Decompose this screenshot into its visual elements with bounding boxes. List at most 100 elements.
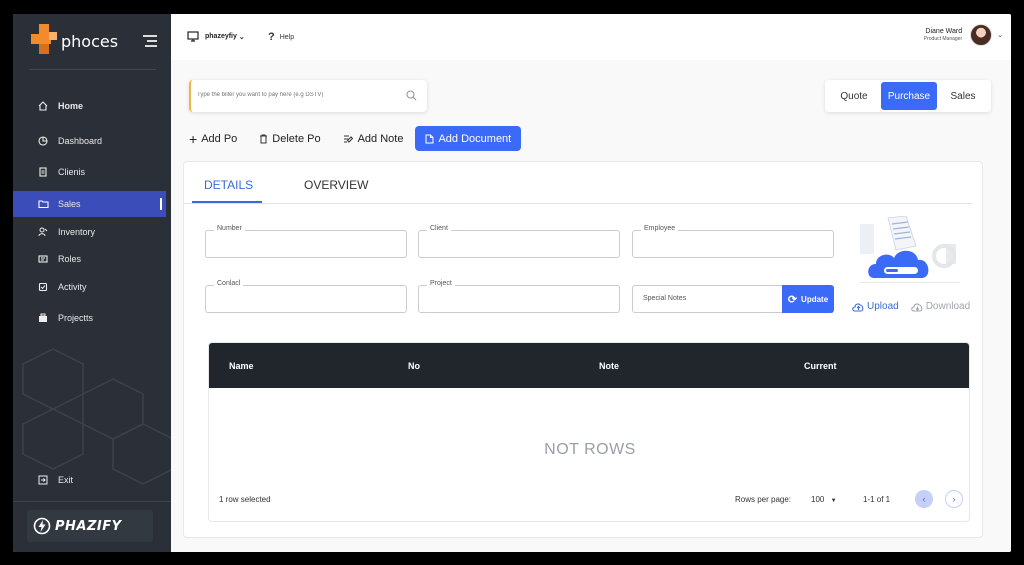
help-link[interactable]: ? Help xyxy=(268,31,294,43)
edit-note-icon xyxy=(343,135,353,143)
chevron-left-icon: ‹ xyxy=(922,494,926,504)
bolt-logo-icon xyxy=(33,517,51,535)
menu-toggle-icon[interactable] xyxy=(143,35,157,50)
previous-page-button[interactable]: ‹ xyxy=(915,490,933,508)
sidebar-item-label: Inventory xyxy=(58,227,96,237)
sidebar-item-label: Projectts xyxy=(58,313,94,323)
clients-icon xyxy=(37,166,49,178)
sidebar-item-label: Dashboard xyxy=(58,136,103,146)
selection-count: 1 row selected xyxy=(219,495,271,504)
plus-icon: + xyxy=(189,130,198,147)
number-label: Number xyxy=(214,225,245,232)
segment-quote[interactable]: Quote xyxy=(827,82,881,110)
main-content: Quote Purchase Sales + Add Po Delete Po … xyxy=(171,60,1011,552)
sidebar-item-label: Home xyxy=(58,101,84,111)
update-label: Update xyxy=(801,294,829,304)
projects-icon xyxy=(37,312,49,324)
workspace-name: phazeyfiy xyxy=(205,33,237,40)
sidebar-item-activity[interactable]: Activity xyxy=(13,274,166,300)
chevron-down-icon: ⌄ xyxy=(238,33,245,41)
dashboard-icon xyxy=(37,135,49,147)
table-header: Name No Note Current xyxy=(209,343,969,388)
special-notes-field[interactable]: Special Notes xyxy=(632,285,784,313)
rows-per-page-label: Rows per page: xyxy=(735,495,792,504)
number-field[interactable]: Number xyxy=(205,225,407,258)
footer-brand: PHAZIFY xyxy=(27,510,153,542)
inventory-icon xyxy=(37,226,49,238)
column-header-no[interactable]: No xyxy=(408,361,420,371)
home-icon xyxy=(37,100,49,112)
delete-po-button[interactable]: Delete Po xyxy=(259,132,321,145)
contact-field[interactable]: Conlacl xyxy=(205,280,407,313)
app-name: phoces xyxy=(61,31,119,51)
project-label: Project xyxy=(427,280,455,287)
add-po-button[interactable]: + Add Po xyxy=(189,131,237,147)
rows-per-page-select[interactable]: 100 ▼ xyxy=(811,495,837,504)
footer-brand-text: PHAZIFY xyxy=(55,518,122,534)
column-header-current[interactable]: Current xyxy=(804,361,837,371)
question-icon: ? xyxy=(268,31,275,43)
client-field[interactable]: Client xyxy=(418,225,620,258)
sidebar-item-label: Sales xyxy=(58,199,81,209)
download-button[interactable]: Download xyxy=(910,301,970,312)
trash-icon xyxy=(260,134,268,143)
add-document-button[interactable]: Add Document xyxy=(415,126,522,151)
document-type-switch: Quote Purchase Sales xyxy=(825,80,991,112)
project-field[interactable]: Project xyxy=(418,280,620,313)
divider xyxy=(13,501,171,502)
sidebar-item-dashboard[interactable]: Dashboard xyxy=(13,128,166,154)
refresh-icon: ⟳ xyxy=(787,293,798,306)
user-menu[interactable]: Diane Ward Product Manager ⌄ xyxy=(924,24,1003,46)
next-page-button[interactable]: › xyxy=(945,490,963,508)
avatar[interactable] xyxy=(970,24,993,46)
sidebar-item-sales[interactable]: Sales xyxy=(13,191,166,217)
sidebar-item-exit[interactable]: Exit xyxy=(13,467,166,493)
special-notes-label: Special Notes xyxy=(643,295,687,302)
delete-po-label: Delete Po xyxy=(272,132,321,145)
cloud-upload-icon xyxy=(852,302,864,312)
table-footer: 1 row selected Rows per page: 100 ▼ 1-1 … xyxy=(209,481,969,521)
update-button[interactable]: ⟳ Update xyxy=(782,285,834,313)
search-input[interactable] xyxy=(197,80,397,110)
help-label: Help xyxy=(279,33,295,41)
add-note-button[interactable]: Add Note xyxy=(343,132,404,145)
file-actions: Upload Download xyxy=(852,301,970,312)
add-document-label: Add Document xyxy=(438,132,512,145)
sidebar-item-clients[interactable]: Clienis xyxy=(13,159,166,185)
segment-sales[interactable]: Sales xyxy=(937,82,989,110)
employee-label: Employee xyxy=(641,225,679,232)
sidebar: phoces Home Dashboard Clienis Sales Inve… xyxy=(13,14,171,552)
upload-label: Upload xyxy=(867,301,899,312)
details-card: DETAILS OVERVIEW Number Client Employee … xyxy=(183,161,983,538)
column-header-note[interactable]: Note xyxy=(599,361,619,371)
sidebar-item-roles[interactable]: Roles xyxy=(13,246,166,272)
activity-icon xyxy=(37,281,49,293)
chevron-right-icon: › xyxy=(952,494,956,504)
workspace-switcher[interactable]: phazeyfiy ⌄ xyxy=(187,31,245,42)
exit-icon xyxy=(37,474,49,486)
cloud-upload-illustration xyxy=(860,216,960,283)
search-icon[interactable] xyxy=(406,90,417,101)
employee-field[interactable]: Employee xyxy=(632,225,834,258)
pagination-range: 1-1 of 1 xyxy=(863,495,891,504)
empty-state-text: NOT ROWS xyxy=(544,441,636,458)
contact-label: Conlacl xyxy=(214,280,244,287)
sidebar-item-home[interactable]: Home xyxy=(13,93,166,119)
sidebar-item-inventory[interactable]: Inventory xyxy=(13,219,166,245)
divider xyxy=(29,69,156,70)
sidebar-item-label: Exit xyxy=(58,475,74,485)
document-icon xyxy=(425,134,434,143)
segment-purchase[interactable]: Purchase xyxy=(881,82,937,110)
upload-button[interactable]: Upload xyxy=(852,301,899,312)
tab-overview[interactable]: OVERVIEW xyxy=(304,178,368,192)
sidebar-item-label: Activity xyxy=(58,282,87,292)
column-header-name[interactable]: Name xyxy=(229,361,254,371)
chevron-down-icon[interactable]: ⌄ xyxy=(997,31,1003,39)
sidebar-item-projects[interactable]: Projectts xyxy=(13,305,166,331)
search-box xyxy=(189,80,427,112)
add-note-label: Add Note xyxy=(357,132,404,145)
logo-icon xyxy=(31,24,57,58)
app-logo[interactable]: phoces xyxy=(31,24,118,58)
tab-details[interactable]: DETAILS xyxy=(204,178,253,192)
roles-icon xyxy=(37,253,49,265)
